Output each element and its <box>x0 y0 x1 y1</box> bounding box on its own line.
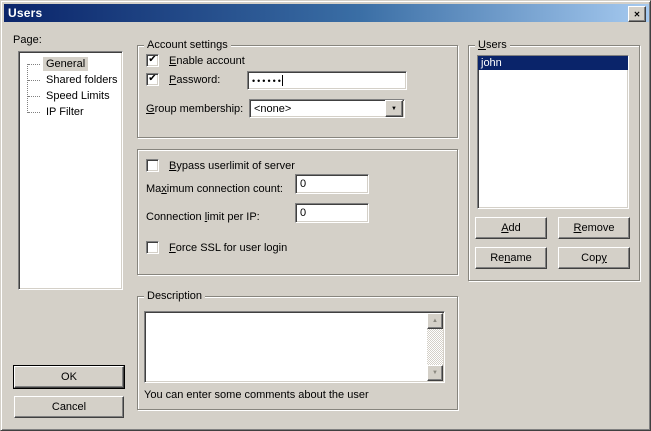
description-title: Description <box>144 290 205 303</box>
add-button[interactable]: Add <box>475 217 547 239</box>
page-item-label[interactable]: Speed Limits <box>43 89 113 103</box>
close-button[interactable]: ✕ <box>628 6 646 22</box>
description-scrollbar[interactable]: ▲ ▼ <box>427 313 443 381</box>
page-item-speed-limits[interactable]: Speed Limits <box>19 88 122 104</box>
limits-group: Bypass userlimit of server Maximum conne… <box>137 149 458 275</box>
chevron-down-icon: ▼ <box>391 106 397 112</box>
rename-button-label: Rename <box>490 252 532 264</box>
scroll-down-icon: ▼ <box>432 370 438 376</box>
description-textarea[interactable]: ▲ ▼ <box>144 311 445 383</box>
ok-button[interactable]: OK <box>14 366 124 388</box>
cancel-button[interactable]: Cancel <box>14 396 124 418</box>
tree-branch-icon <box>28 64 40 65</box>
password-checkbox[interactable]: ✔ <box>146 73 159 86</box>
password-masked-value: •••••• <box>252 76 283 86</box>
titlebar[interactable]: Users ✕ <box>4 4 649 22</box>
page-item-shared-folders[interactable]: Shared folders <box>19 72 122 88</box>
page-item-label[interactable]: General <box>43 57 88 71</box>
password-input[interactable]: •••••• <box>247 71 407 90</box>
user-list-item[interactable]: john <box>478 56 628 70</box>
users-dialog: Users ✕ Page: General Shared folders Spe… <box>0 0 651 431</box>
page-item-ip-filter[interactable]: IP Filter <box>19 104 122 120</box>
account-settings-title: Account settings <box>144 39 231 52</box>
force-ssl-checkbox[interactable] <box>146 241 159 254</box>
tree-branch-icon <box>28 96 40 97</box>
force-ssl-label: Force SSL for user login <box>169 242 287 255</box>
description-hint: You can enter some comments about the us… <box>144 389 369 402</box>
enable-account-checkbox[interactable]: ✔ <box>146 54 159 67</box>
tree-branch-icon <box>28 112 40 113</box>
description-group: Description ▲ ▼ You can enter some comme… <box>137 296 458 410</box>
ok-button-label: OK <box>61 371 77 383</box>
connection-limit-per-ip-input[interactable]: 0 <box>295 203 369 223</box>
account-settings-group: Account settings ✔ Enable account ✔ Pass… <box>137 45 458 138</box>
check-icon: ✔ <box>148 55 156 65</box>
group-membership-label: Group membership: <box>146 103 243 116</box>
page-item-label[interactable]: IP Filter <box>43 105 87 119</box>
page-label: Page: <box>13 34 42 47</box>
group-membership-select[interactable]: <none> ▼ <box>249 99 405 118</box>
group-membership-value: <none> <box>250 103 385 115</box>
scroll-down-button[interactable]: ▼ <box>427 365 443 381</box>
users-listbox[interactable]: john <box>477 55 629 209</box>
remove-button-label: Remove <box>574 222 615 234</box>
combo-dropdown-button[interactable]: ▼ <box>385 100 403 117</box>
copy-button-label: Copy <box>581 252 607 264</box>
max-connection-count-input[interactable]: 0 <box>295 174 369 194</box>
connection-limit-per-ip-label: Connection limit per IP: <box>146 211 260 224</box>
remove-button[interactable]: Remove <box>558 217 630 239</box>
password-label: Password: <box>169 74 220 87</box>
add-button-label: Add <box>501 222 521 234</box>
user-name: john <box>481 57 502 69</box>
rename-button[interactable]: Rename <box>475 247 547 269</box>
page-tree[interactable]: General Shared folders Speed Limits IP F… <box>18 51 123 290</box>
copy-button[interactable]: Copy <box>558 247 630 269</box>
max-connection-count-value: 0 <box>300 178 306 190</box>
window-title: Users <box>4 6 42 20</box>
page-item-label[interactable]: Shared folders <box>43 73 121 87</box>
bypass-userlimit-label: Bypass userlimit of server <box>169 160 295 173</box>
scroll-up-icon: ▲ <box>432 318 438 324</box>
text-caret <box>282 75 283 86</box>
users-group-title: Users <box>475 39 510 52</box>
enable-account-label: Enable account <box>169 55 245 68</box>
tree-branch-icon <box>28 80 40 81</box>
cancel-button-label: Cancel <box>52 401 86 413</box>
page-item-general[interactable]: General <box>19 56 122 72</box>
description-value <box>147 314 426 380</box>
scroll-up-button[interactable]: ▲ <box>427 313 443 329</box>
close-icon: ✕ <box>634 10 641 19</box>
bypass-userlimit-checkbox[interactable] <box>146 159 159 172</box>
users-group: Users john Add Remove Rename Copy <box>468 45 640 281</box>
max-connection-count-label: Maximum connection count: <box>146 183 283 196</box>
connection-limit-per-ip-value: 0 <box>300 207 306 219</box>
check-icon: ✔ <box>148 74 156 84</box>
